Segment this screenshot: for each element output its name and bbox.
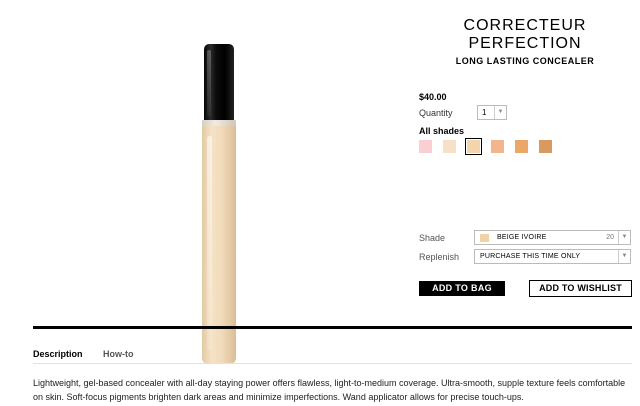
chevron-down-icon: ▼ bbox=[494, 106, 506, 119]
add-to-wishlist-button[interactable]: ADD TO WISHLIST bbox=[529, 280, 632, 297]
quantity-select[interactable]: 1 ▼ bbox=[477, 105, 507, 120]
price: $40.00 bbox=[419, 92, 447, 102]
product-description: Lightweight, gel-based concealer with al… bbox=[33, 378, 626, 402]
chevron-down-icon: ▼ bbox=[618, 231, 630, 244]
shade-chip bbox=[480, 234, 489, 242]
shade-swatch[interactable] bbox=[443, 140, 456, 153]
shade-swatch[interactable] bbox=[419, 140, 432, 153]
tube-cap bbox=[204, 44, 234, 122]
shade-name: BEIGE IVOIRE bbox=[497, 234, 547, 241]
tab-how-to[interactable]: How-to bbox=[103, 349, 134, 359]
tab-divider bbox=[33, 363, 632, 364]
replenish-select[interactable]: PURCHASE THIS TIME ONLY ▼ bbox=[474, 249, 631, 264]
shade-number: 20 bbox=[606, 234, 614, 241]
shade-swatch[interactable] bbox=[465, 138, 482, 155]
replenish-value: PURCHASE THIS TIME ONLY bbox=[480, 253, 581, 260]
quantity-label: Quantity bbox=[419, 108, 453, 118]
shade-select[interactable]: BEIGE IVOIRE 20 ▼ bbox=[474, 230, 631, 245]
tab-description[interactable]: Description bbox=[33, 349, 83, 359]
shade-swatch[interactable] bbox=[515, 140, 528, 153]
add-to-bag-button[interactable]: ADD TO BAG bbox=[419, 281, 505, 296]
shade-swatch[interactable] bbox=[491, 140, 504, 153]
divider bbox=[33, 326, 632, 329]
shade-swatch[interactable] bbox=[539, 140, 552, 153]
replenish-label: Replenish bbox=[419, 252, 460, 262]
chevron-down-icon: ▼ bbox=[618, 250, 630, 263]
shade-label: Shade bbox=[419, 233, 446, 243]
product-subtitle: LONG LASTING CONCEALER bbox=[455, 56, 595, 66]
quantity-value: 1 bbox=[482, 108, 487, 117]
product-image bbox=[190, 40, 250, 364]
product-title: CORRECTEUR PERFECTION bbox=[463, 17, 587, 52]
all-shades-label: All shades bbox=[419, 126, 465, 136]
